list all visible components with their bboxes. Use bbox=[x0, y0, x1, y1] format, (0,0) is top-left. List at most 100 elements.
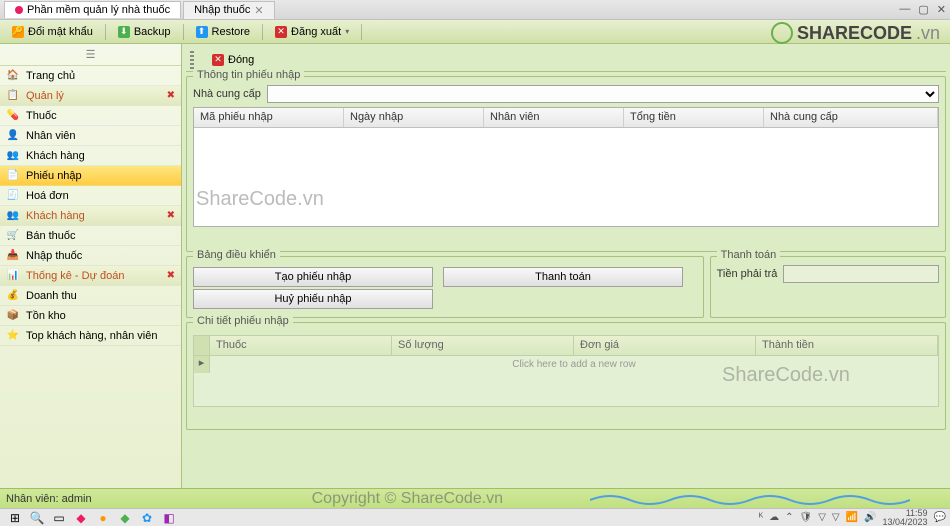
sidebar-stats-group[interactable]: 📊 Thống kê - Dự đoán ✖ bbox=[0, 266, 181, 286]
sidebar-customer[interactable]: 👥 Khách hàng bbox=[0, 146, 181, 166]
col-staff[interactable]: Nhân viên bbox=[484, 108, 624, 127]
tray-icon[interactable]: 🛡 bbox=[799, 512, 812, 523]
grid-header: Thuốc Số lượng Đơn giá Thành tiền bbox=[194, 336, 938, 356]
key-icon: 🔑 bbox=[12, 26, 24, 38]
search-icon[interactable]: 🔍 bbox=[26, 510, 48, 526]
label: Quản lý bbox=[26, 90, 64, 102]
chart-icon: 📊 bbox=[6, 269, 20, 283]
app-icon[interactable]: ✿ bbox=[136, 510, 158, 526]
btn-label: Backup bbox=[134, 26, 171, 38]
wifi-icon[interactable]: 📶 bbox=[846, 512, 858, 523]
close-icon[interactable]: ✕ bbox=[937, 3, 946, 16]
label: Trang chủ bbox=[26, 70, 75, 82]
label: Phiếu nhập bbox=[26, 170, 82, 182]
taskview-icon[interactable]: ▭ bbox=[48, 510, 70, 526]
sidebar-invoice[interactable]: 🧾 Hoá đơn bbox=[0, 186, 181, 206]
app-icon[interactable]: ◆ bbox=[114, 510, 136, 526]
people-icon: 👥 bbox=[6, 209, 20, 223]
tab-app[interactable]: Phần mềm quản lý nhà thuốc bbox=[4, 1, 181, 18]
restore-button[interactable]: ⬆ Restore bbox=[190, 24, 257, 40]
start-button[interactable]: ⊞ bbox=[4, 510, 26, 526]
window-controls: — ▢ ✕ bbox=[899, 3, 946, 16]
logo-text: SHARECODE bbox=[797, 23, 912, 44]
label: Thống kê - Dự đoán bbox=[26, 270, 124, 282]
collapse-icon[interactable]: ✖ bbox=[167, 210, 175, 221]
label: Nhập thuốc bbox=[26, 250, 82, 262]
sidebar-customer-group[interactable]: 👥 Khách hàng ✖ bbox=[0, 206, 181, 226]
maximize-icon[interactable]: ▢ bbox=[918, 3, 928, 16]
grid-body[interactable] bbox=[194, 128, 938, 226]
tab-label: Phần mềm quản lý nhà thuốc bbox=[27, 4, 170, 16]
tray-icon[interactable]: ▽ bbox=[832, 512, 840, 523]
system-tray[interactable]: ᴷ ☁ ⌃ 🛡 ▽ ▽ 📶 🔊 11:59 13/04/2023 💬 bbox=[759, 509, 946, 526]
tray-icon[interactable]: ☁ bbox=[769, 512, 779, 523]
amount-due-label: Tiền phải trả bbox=[717, 268, 778, 280]
separator bbox=[361, 24, 362, 40]
row-selector[interactable]: ▸ bbox=[194, 356, 210, 373]
star-icon: ⭐ bbox=[6, 329, 20, 343]
change-password-button[interactable]: 🔑 Đổi mật khẩu bbox=[6, 24, 99, 40]
col-supplier[interactable]: Nhà cung cấp bbox=[764, 108, 938, 127]
sidebar-receipt[interactable]: 📄 Phiếu nhập bbox=[0, 166, 181, 186]
sidebar-top[interactable]: ⭐ Top khách hàng, nhân viên bbox=[0, 326, 181, 346]
supplier-label: Nhà cung cấp bbox=[193, 88, 261, 100]
btn-label: Đóng bbox=[228, 54, 254, 66]
pill-icon: 💊 bbox=[6, 109, 20, 123]
taskbar-clock[interactable]: 11:59 13/04/2023 bbox=[883, 509, 928, 526]
tray-icon[interactable]: ᴷ bbox=[759, 512, 763, 523]
tray-icon[interactable]: ▽ bbox=[818, 512, 826, 523]
backup-button[interactable]: ⬇ Backup bbox=[112, 24, 177, 40]
logo-suffix: .vn bbox=[916, 23, 940, 44]
sidebar-medicine[interactable]: 💊 Thuốc bbox=[0, 106, 181, 126]
content: ShareCode.vn ShareCode.vn ✕ Đóng Thông t… bbox=[182, 44, 950, 488]
sidebar-revenue[interactable]: 💰 Doanh thu bbox=[0, 286, 181, 306]
create-receipt-button[interactable]: Tạo phiếu nhập bbox=[193, 267, 433, 287]
close-tab-button[interactable]: ✕ Đóng bbox=[206, 52, 260, 68]
app-icon[interactable]: ● bbox=[92, 510, 114, 526]
receipt-grid[interactable]: Mã phiếu nhập Ngày nhập Nhân viên Tổng t… bbox=[193, 107, 939, 227]
logout-button[interactable]: ✕ Đăng xuất ▾ bbox=[269, 24, 355, 40]
sidebar-home[interactable]: 🏠 Trang chủ bbox=[0, 66, 181, 86]
person-icon: 👤 bbox=[6, 129, 20, 143]
grip-icon[interactable] bbox=[190, 51, 194, 69]
col-date[interactable]: Ngày nhập bbox=[344, 108, 484, 127]
payment-panel: Thanh toán Tiền phải trả bbox=[710, 256, 946, 318]
cancel-receipt-button[interactable]: Huỷ phiếu nhập bbox=[193, 289, 433, 309]
pay-button[interactable]: Thanh toán bbox=[443, 267, 683, 287]
collapse-icon[interactable]: ✖ bbox=[167, 270, 175, 281]
col-subtotal[interactable]: Thành tiền bbox=[756, 336, 938, 355]
sound-icon[interactable]: 🔊 bbox=[864, 512, 876, 523]
col-id[interactable]: Mã phiếu nhập bbox=[194, 108, 344, 127]
invoice-icon: 🧾 bbox=[6, 189, 20, 203]
tab-import[interactable]: Nhập thuốc ✕ bbox=[183, 1, 274, 19]
sidebar-staff[interactable]: 👤 Nhân viên bbox=[0, 126, 181, 146]
new-row[interactable]: Click here to add a new row bbox=[210, 356, 938, 373]
app-icon[interactable]: ◧ bbox=[158, 510, 180, 526]
sidebar-stock[interactable]: 📦 Tồn kho bbox=[0, 306, 181, 326]
import-icon: 📥 bbox=[6, 249, 20, 263]
sidebar-sell[interactable]: 🛒 Bán thuốc bbox=[0, 226, 181, 246]
col-total[interactable]: Tổng tiền bbox=[624, 108, 764, 127]
hamburger-icon[interactable]: ☰ bbox=[0, 44, 181, 66]
col-qty[interactable]: Số lượng bbox=[392, 336, 574, 355]
sidebar-import[interactable]: 📥 Nhập thuốc bbox=[0, 246, 181, 266]
logo: SHARECODE.vn bbox=[771, 22, 940, 44]
sidebar: ☰ 🏠 Trang chủ 📋 Quản lý ✖ 💊 Thuốc 👤 Nhân… bbox=[0, 44, 182, 488]
col-price[interactable]: Đơn giá bbox=[574, 336, 756, 355]
close-icon[interactable]: ✕ bbox=[254, 4, 263, 17]
amount-due-input[interactable] bbox=[783, 265, 939, 283]
label: Khách hàng bbox=[26, 210, 85, 222]
collapse-icon[interactable]: ✖ bbox=[167, 90, 175, 101]
tab-label: Nhập thuốc bbox=[194, 4, 250, 16]
app-icon[interactable]: ◆ bbox=[70, 510, 92, 526]
panel-title: Thông tin phiếu nhập bbox=[193, 69, 304, 81]
notification-icon[interactable]: 💬 bbox=[934, 512, 946, 523]
supplier-select[interactable] bbox=[267, 85, 939, 103]
col-medicine[interactable]: Thuốc bbox=[210, 336, 392, 355]
info-panel: Thông tin phiếu nhập Nhà cung cấp Mã phi… bbox=[186, 76, 946, 252]
label: Tạo phiếu nhập bbox=[275, 271, 351, 283]
minimize-icon[interactable]: — bbox=[899, 3, 910, 16]
detail-grid[interactable]: Thuốc Số lượng Đơn giá Thành tiền ▸ Clic… bbox=[193, 335, 939, 407]
tray-icon[interactable]: ⌃ bbox=[785, 512, 793, 523]
sidebar-manage-group[interactable]: 📋 Quản lý ✖ bbox=[0, 86, 181, 106]
